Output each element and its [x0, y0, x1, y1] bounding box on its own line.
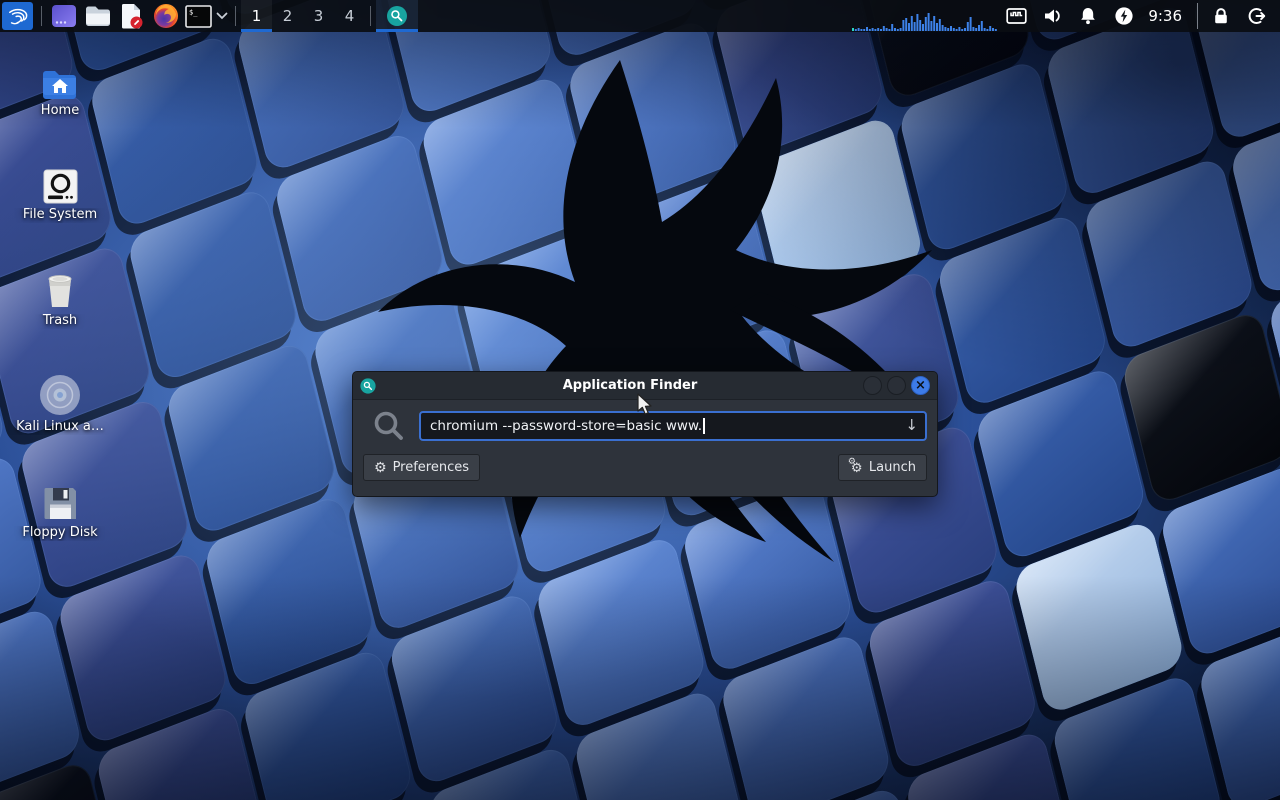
home-folder-icon: [41, 68, 79, 100]
workspace-switcher: 1 2 3 4: [241, 0, 365, 32]
desktop-icon-trash[interactable]: Trash: [8, 266, 112, 329]
lock-icon: [1211, 6, 1231, 26]
top-panel: $_ 1 2 3 4: [0, 0, 1280, 32]
desktop-icon-label: File System: [8, 208, 112, 223]
floppy-icon: [42, 485, 79, 522]
purple-window-icon: [51, 4, 77, 28]
document-edit-icon: [120, 3, 144, 29]
search-icon: [372, 409, 406, 443]
desktop-icon-label: Kali Linux a…: [8, 420, 112, 435]
workspace-1[interactable]: 1: [241, 0, 272, 32]
appfinder-titlebar-icon: [360, 378, 376, 394]
desktop-icon-kali-cd[interactable]: Kali Linux a…: [8, 372, 112, 435]
cd-disc-icon: [39, 374, 81, 416]
panel-right-section: 9:36: [850, 0, 1280, 32]
folder-icon: [85, 5, 111, 27]
desktop-icon-label: Home: [8, 104, 112, 119]
launch-button[interactable]: ⚙⚙ Launch: [838, 454, 927, 481]
workspace-3[interactable]: 3: [303, 0, 334, 32]
launcher-text-editor[interactable]: [115, 0, 149, 32]
close-icon: ×: [915, 379, 926, 392]
text-caret: [703, 418, 705, 434]
logout-button[interactable]: [1239, 0, 1275, 32]
launcher-purple-window-app[interactable]: [47, 0, 81, 32]
panel-separator: [370, 6, 371, 26]
notifications-tray-button[interactable]: [1070, 0, 1106, 32]
desktop-screen: $_ 1 2 3 4: [0, 0, 1280, 800]
panel-separator: [235, 6, 236, 26]
panel-separator: [41, 6, 42, 26]
chevron-down-icon: [216, 12, 228, 20]
close-button[interactable]: ×: [911, 376, 930, 395]
volume-icon: [1042, 6, 1062, 26]
kali-menu-button[interactable]: [2, 2, 33, 30]
panel-separator: [1197, 3, 1198, 29]
power-manager-tray-button[interactable]: [1106, 0, 1142, 32]
dropdown-arrow-icon[interactable]: ↓: [905, 416, 918, 434]
launcher-terminal[interactable]: $_: [183, 0, 213, 32]
search-input-value: chromium --password-store=basic www.: [430, 418, 702, 434]
clock[interactable]: 9:36: [1142, 7, 1192, 25]
launch-button-label: Launch: [869, 460, 916, 475]
workspace-4[interactable]: 4: [334, 0, 365, 32]
volume-tray-button[interactable]: [1034, 0, 1070, 32]
desktop-icon-file-system[interactable]: File System: [8, 160, 112, 223]
desktop-icon-label: Floppy Disk: [8, 526, 112, 541]
application-finder-window: Application Finder × chromium --password…: [352, 371, 938, 497]
titlebar[interactable]: Application Finder ×: [353, 372, 937, 400]
launch-icon: ⚙⚙: [849, 460, 863, 475]
network-tray-button[interactable]: [998, 0, 1034, 32]
lock-screen-button[interactable]: [1203, 0, 1239, 32]
launcher-file-manager[interactable]: [81, 0, 115, 32]
launcher-firefox[interactable]: [149, 0, 183, 32]
firefox-icon: [153, 3, 179, 29]
terminal-icon: $_: [185, 5, 212, 28]
cpu-graph[interactable]: [850, 0, 998, 32]
network-icon: [1006, 7, 1027, 25]
preferences-button-label: Preferences: [393, 460, 469, 475]
logout-icon: [1247, 6, 1267, 26]
desktop-icon-home[interactable]: Home: [8, 56, 112, 119]
power-icon: [1114, 6, 1134, 26]
bell-icon: [1078, 6, 1098, 26]
terminal-prompt-glyph: $_: [189, 8, 198, 16]
taskbar-application-finder[interactable]: [376, 0, 418, 32]
preferences-button[interactable]: ⚙ Preferences: [363, 454, 480, 481]
desktop-icon-label: Trash: [8, 314, 112, 329]
launcher-dropdown-chevron[interactable]: [213, 0, 230, 32]
appfinder-icon: [386, 5, 408, 27]
hard-drive-icon: [43, 169, 78, 204]
maximize-button[interactable]: [887, 376, 906, 395]
trash-icon: [41, 272, 79, 310]
window-title: Application Finder: [433, 378, 827, 393]
gear-icon: ⚙: [374, 461, 387, 475]
search-input[interactable]: chromium --password-store=basic www. ↓: [419, 411, 927, 441]
minimize-button[interactable]: [863, 376, 882, 395]
kali-logo-icon: [7, 5, 29, 27]
workspace-2[interactable]: 2: [272, 0, 303, 32]
desktop-icon-floppy[interactable]: Floppy Disk: [8, 478, 112, 541]
